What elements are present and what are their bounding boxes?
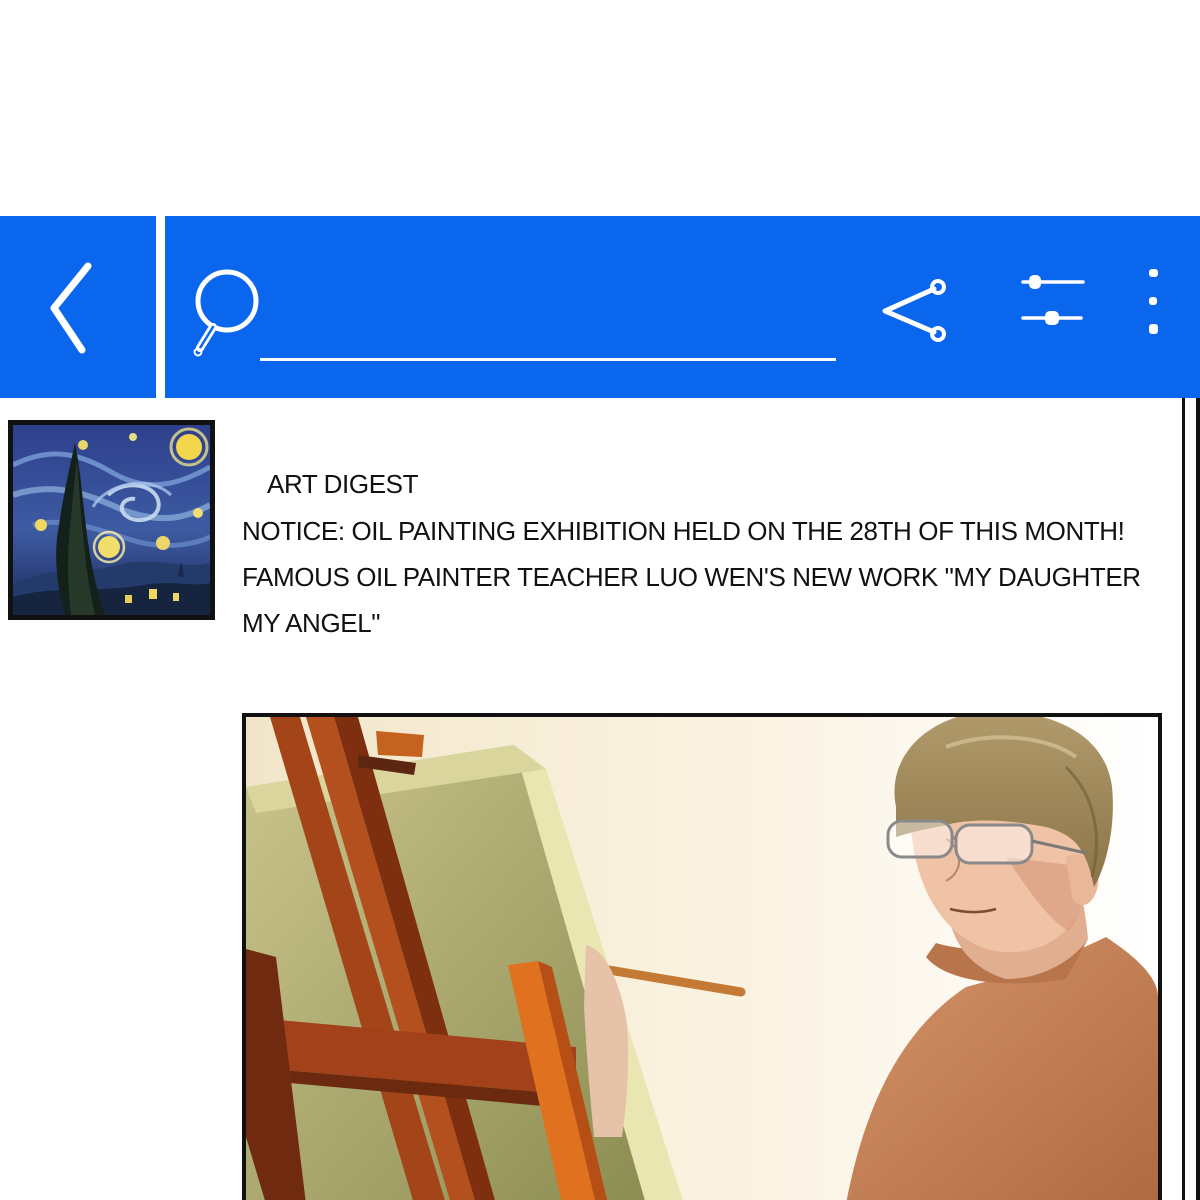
- search-button[interactable]: [180, 268, 270, 368]
- post-body: NOTICE: OIL PAINTING EXHIBITION HELD ON …: [242, 516, 1141, 638]
- post-content: ART DIGEST NOTICE: OIL PAINTING EXHIBITI…: [242, 462, 1162, 646]
- back-button[interactable]: [30, 254, 120, 364]
- search-input[interactable]: [260, 336, 836, 361]
- filter-button[interactable]: [1015, 272, 1091, 330]
- avatar[interactable]: [8, 420, 215, 620]
- more-button[interactable]: [1138, 266, 1168, 341]
- share-icon: [882, 279, 946, 342]
- more-vertical-icon: [1149, 269, 1158, 334]
- share-button[interactable]: [876, 276, 956, 346]
- post-illustration: [246, 717, 1158, 1200]
- avatar-image: [13, 425, 210, 615]
- toolbar-divider: [156, 216, 165, 398]
- chevron-left-icon: [50, 262, 92, 354]
- post-image[interactable]: [242, 713, 1162, 1200]
- search-icon: [193, 269, 259, 357]
- frame-edge: [1182, 398, 1200, 1200]
- post-source: ART DIGEST: [267, 469, 419, 499]
- sliders-icon: [1021, 275, 1085, 325]
- app-screen: ART DIGEST NOTICE: OIL PAINTING EXHIBITI…: [0, 0, 1200, 1200]
- top-toolbar: [0, 216, 1200, 398]
